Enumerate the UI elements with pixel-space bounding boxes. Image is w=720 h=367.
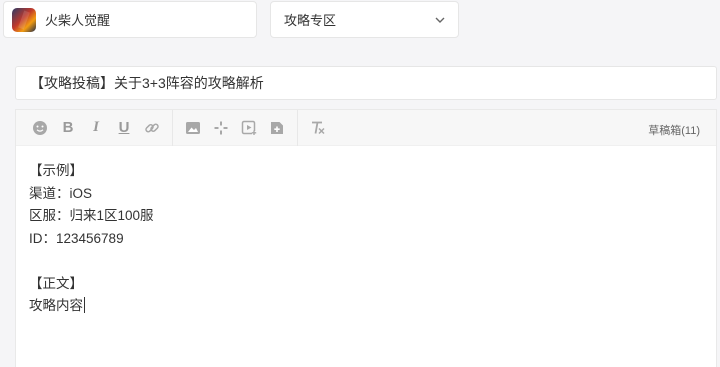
sparkle-icon [214, 121, 228, 134]
editor-toolbar: B I U 草稿箱(11) [16, 109, 716, 146]
bold-label: B [62, 119, 74, 136]
italic-button[interactable]: I [82, 114, 110, 142]
link-button[interactable] [138, 114, 166, 142]
body-line: 渠道：iOS [29, 185, 93, 201]
body-line-with-caret: 攻略内容 [29, 295, 703, 318]
game-selector[interactable]: 火柴人觉醒 [3, 1, 257, 38]
chevron-down-icon [435, 17, 445, 23]
underline-button[interactable]: U [110, 114, 138, 142]
category-dropdown[interactable]: 攻略专区 [270, 1, 459, 38]
body-line: 【正文】 [29, 275, 83, 291]
toolbar-media-group [179, 109, 298, 146]
body-line: 【示例】 [29, 163, 83, 178]
emoji-icon [33, 120, 47, 135]
add-file-button[interactable] [263, 114, 291, 142]
link-icon [145, 123, 159, 132]
underline-label: U [118, 119, 130, 136]
body-line: 攻略内容 [29, 298, 83, 313]
image-button[interactable] [179, 114, 207, 142]
game-name: 火柴人觉醒 [45, 13, 111, 28]
toolbar-clear-group [304, 110, 332, 146]
clear-format-icon [312, 121, 325, 134]
rich-text-editor: B I U 草稿箱(11) 【示例】 渠道：iOS 区服：归来1区100服 ID… [15, 109, 717, 367]
clear-format-button[interactable] [304, 114, 332, 142]
video-icon [241, 120, 257, 135]
sparkle-button[interactable] [207, 114, 235, 142]
drafts-link[interactable]: 草稿箱(11) [648, 122, 700, 138]
top-bar: 火柴人觉醒 攻略专区 [0, 0, 720, 52]
editor-body[interactable]: 【示例】 渠道：iOS 区服：归来1区100服 ID：123456789 【正文… [16, 146, 716, 332]
add-file-icon [271, 121, 283, 134]
toolbar-format-group: B I U [26, 109, 173, 146]
text-caret [84, 297, 85, 313]
category-value: 攻略专区 [284, 13, 337, 28]
body-line: 区服：归来1区100服 [29, 208, 154, 223]
image-icon [186, 121, 200, 134]
bold-button[interactable]: B [54, 114, 82, 142]
emoji-button[interactable] [26, 114, 54, 142]
game-avatar-icon [12, 7, 36, 32]
video-button[interactable] [235, 114, 263, 142]
title-input[interactable]: 【攻略投稿】关于3+3阵容的攻略解析 [15, 66, 717, 100]
italic-label: I [93, 119, 99, 135]
body-line [29, 250, 703, 273]
editor-area: 【攻略投稿】关于3+3阵容的攻略解析 B I U 草稿箱(11) 【示例】 渠道… [0, 52, 720, 367]
body-line: ID：123456789 [29, 230, 124, 246]
